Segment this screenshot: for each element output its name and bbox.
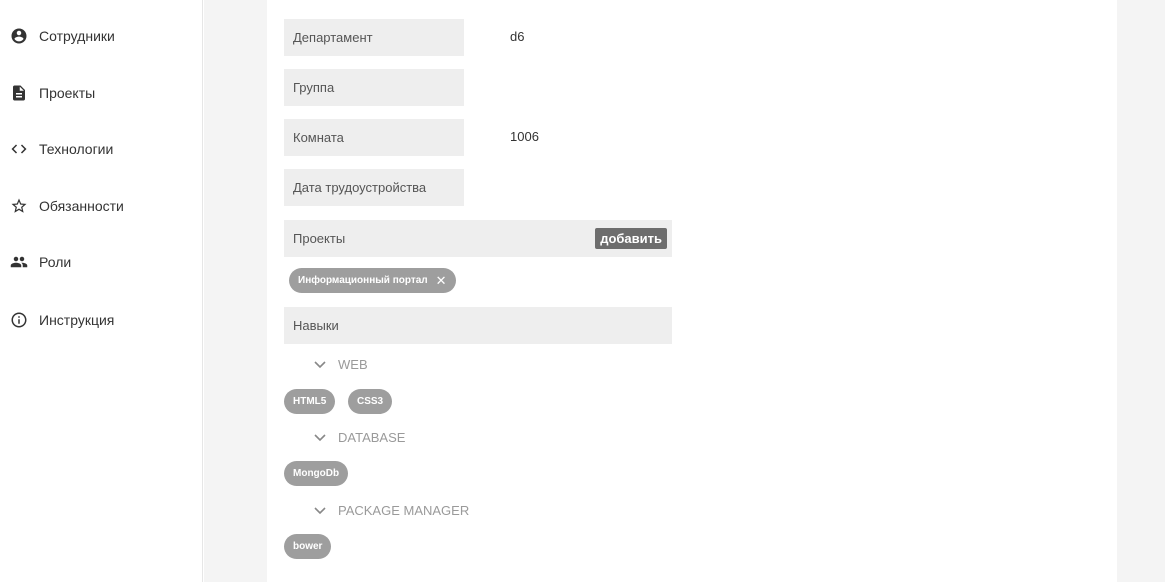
department-label: Департамент xyxy=(293,30,373,45)
projects-label: Проекты xyxy=(293,231,346,246)
group-label: Группа xyxy=(293,80,335,95)
hire-date-label: Дата трудоустройства xyxy=(293,180,427,195)
skill-category-name: DATABASE xyxy=(338,430,406,445)
chevron-down-icon xyxy=(314,433,328,442)
project-chip-label: Информационный портал xyxy=(298,275,428,286)
sidebar-item-label: Роли xyxy=(39,254,72,270)
skills-label: Навыки xyxy=(293,318,339,333)
sidebar-item-label: Проекты xyxy=(39,85,96,101)
skill-chip: bower xyxy=(284,534,332,559)
skill-chip: CSS3 xyxy=(348,389,393,414)
skill-chip: HTML5 xyxy=(284,389,336,414)
skill-chip-label: HTML5 xyxy=(293,396,327,407)
skill-category-toggle[interactable]: DATABASE xyxy=(314,430,405,445)
sidebar-item-projects[interactable]: Проекты xyxy=(0,73,203,113)
sidebar-item-label: Сотрудники xyxy=(39,28,115,44)
projects-field: Проекты добавить xyxy=(284,220,672,257)
sidebar-item-label: Обязанности xyxy=(39,198,124,214)
skill-category-toggle[interactable]: WEB xyxy=(314,357,368,372)
star-outline-icon xyxy=(10,197,28,215)
document-icon xyxy=(10,84,28,102)
sidebar-item-duties[interactable]: Обязанности xyxy=(0,186,203,226)
sidebar-item-label: Инструкция xyxy=(39,312,115,328)
room-label: Комната xyxy=(293,130,344,145)
sidebar-item-technologies[interactable]: Технологии xyxy=(0,129,203,169)
sidebar-item-employees[interactable]: Сотрудники xyxy=(0,16,203,56)
add-project-button[interactable]: добавить xyxy=(595,228,667,249)
skills-field: Навыки xyxy=(284,307,672,344)
room-field: Комната xyxy=(284,119,464,156)
sidebar: Сотрудники Проекты Технологии Обязанност… xyxy=(0,0,203,582)
info-outline-icon xyxy=(10,311,28,329)
chevron-down-icon xyxy=(314,506,328,515)
sidebar-item-label: Технологии xyxy=(39,141,114,157)
code-icon xyxy=(10,140,28,158)
remove-chip-icon[interactable]: ✕ xyxy=(436,273,447,289)
skill-category-name: WEB xyxy=(338,357,368,372)
skill-chip-label: CSS3 xyxy=(357,396,384,407)
group-field: Группа xyxy=(284,69,464,106)
project-chip: Информационный портал ✕ xyxy=(289,268,456,293)
sidebar-item-roles[interactable]: Роли xyxy=(0,242,203,282)
account-circle-icon xyxy=(10,27,28,45)
hire-date-field: Дата трудоустройства xyxy=(284,169,464,206)
skill-category-name: PACKAGE MANAGER xyxy=(338,503,470,518)
right-gutter xyxy=(1117,0,1165,582)
skill-chip: MongoDb xyxy=(284,461,349,486)
skill-chip-label: bower xyxy=(293,541,323,552)
skill-chip-label: MongoDb xyxy=(293,468,340,479)
employee-form: Департамент d6 Группа Комната 1006 Дата … xyxy=(267,0,1117,582)
skill-category-toggle[interactable]: PACKAGE MANAGER xyxy=(314,503,469,518)
chevron-down-icon xyxy=(314,360,328,369)
people-icon xyxy=(10,253,28,271)
department-value: d6 xyxy=(510,29,525,44)
department-field: Департамент xyxy=(284,19,464,56)
left-gutter xyxy=(204,0,267,582)
sidebar-item-instructions[interactable]: Инструкция xyxy=(0,300,203,340)
room-value: 1006 xyxy=(510,129,539,144)
